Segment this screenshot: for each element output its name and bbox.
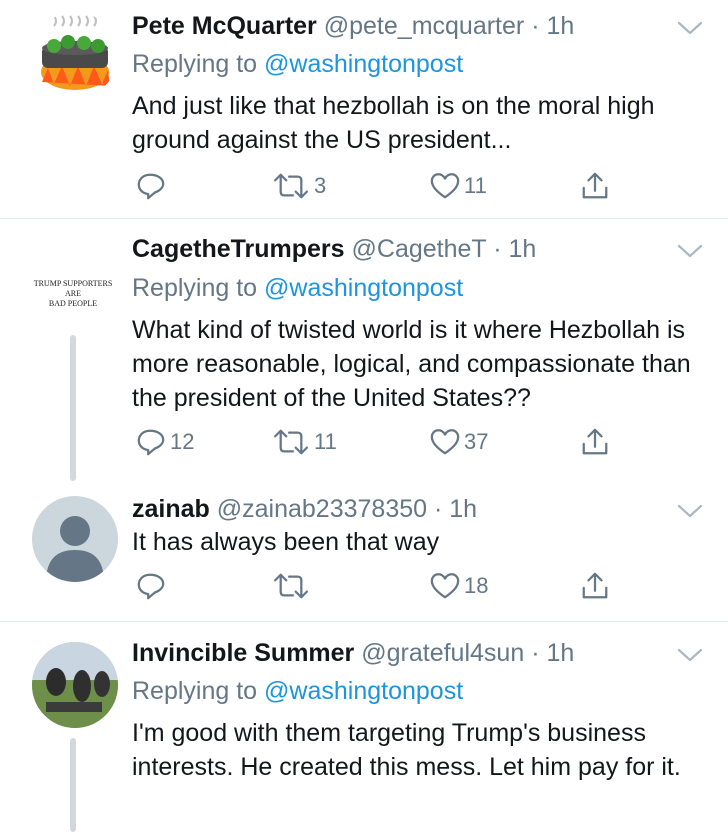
tweet[interactable]: zainab @zainab23378350 · 1h It has alway…	[0, 491, 728, 620]
chevron-down-icon[interactable]	[676, 501, 704, 521]
chevron-down-icon[interactable]	[676, 241, 704, 261]
reply-button[interactable]	[136, 169, 170, 203]
reply-icon	[136, 171, 166, 201]
retweet-icon	[272, 171, 310, 201]
share-icon	[580, 171, 610, 201]
like-count: 11	[464, 173, 487, 198]
reply-count: 12	[170, 429, 195, 454]
like-icon	[430, 427, 460, 457]
replying-to: Replying to @washingtonpost	[132, 677, 463, 706]
reply-icon	[136, 427, 166, 457]
share-button[interactable]	[580, 425, 610, 459]
replying-to: Replying to @washingtonpost	[132, 274, 463, 303]
timestamp[interactable]: · 1h	[531, 12, 574, 40]
replying-to-label: Replying to	[132, 274, 258, 302]
replying-to-label: Replying to	[132, 677, 258, 705]
avatar-text-line: TRUMP SUPPORTERS	[33, 279, 113, 288]
mention-link[interactable]: @washingtonpost	[264, 50, 463, 78]
tweet[interactable]: TRUMP SUPPORTERS ARE BAD PEOPLE CagetheT…	[0, 219, 728, 491]
tweet-actions: 3 11	[132, 169, 612, 203]
reply-button[interactable]: 12	[136, 425, 194, 459]
retweet-button[interactable]: 3	[272, 169, 326, 203]
like-count: 18	[464, 573, 489, 598]
tweet-text: It has always been that way	[132, 528, 440, 556]
retweet-icon	[272, 571, 310, 601]
retweet-icon	[272, 427, 310, 457]
retweet-button[interactable]	[272, 569, 314, 603]
display-name[interactable]: Invincible Summer	[132, 639, 354, 667]
retweet-count: 11	[314, 429, 337, 454]
retweet-button[interactable]: 11	[272, 425, 337, 459]
share-icon	[580, 427, 610, 457]
like-button[interactable]: 11	[430, 169, 487, 203]
user-handle[interactable]: @zainab23378350	[217, 495, 427, 523]
avatar-text-line: ARE	[65, 289, 81, 298]
share-button[interactable]	[580, 169, 610, 203]
like-icon	[430, 171, 460, 201]
user-handle[interactable]: @CagetheT	[352, 235, 487, 263]
mention-link[interactable]: @washingtonpost	[264, 274, 463, 302]
like-button[interactable]: 37	[430, 425, 488, 459]
tweet-actions: 12 11 37	[132, 425, 612, 459]
tweet[interactable]: Pete McQuarter @pete_mcquarter · 1h Repl…	[0, 0, 728, 218]
replying-to-label: Replying to	[132, 50, 258, 78]
timestamp[interactable]: · 1h	[493, 235, 536, 263]
sculpture-photo-avatar-icon[interactable]	[32, 642, 118, 728]
text-avatar[interactable]: TRUMP SUPPORTERS ARE BAD PEOPLE	[28, 229, 118, 315]
user-handle[interactable]: @grateful4sun	[361, 639, 524, 667]
tweet-actions: 18	[132, 569, 612, 603]
like-count: 37	[464, 429, 489, 454]
replying-to: Replying to @washingtonpost	[132, 50, 463, 79]
chevron-down-icon[interactable]	[676, 645, 704, 665]
like-icon	[430, 571, 460, 601]
chevron-down-icon[interactable]	[676, 18, 704, 38]
tweet-header: Invincible Summer @grateful4sun · 1h	[132, 639, 574, 668]
tweet-text: And just like that hezbollah is on the m…	[132, 92, 655, 154]
avatar-text-line: BAD PEOPLE	[48, 299, 98, 308]
reply-icon	[136, 571, 166, 601]
share-button[interactable]	[580, 569, 610, 603]
reply-button[interactable]	[136, 569, 170, 603]
like-button[interactable]: 18	[430, 569, 488, 603]
mention-link[interactable]: @washingtonpost	[264, 677, 463, 705]
retweet-count: 3	[314, 173, 327, 198]
thread-line	[70, 738, 76, 832]
tweet-header: zainab @zainab23378350 · 1h	[132, 495, 477, 524]
timestamp[interactable]: · 1h	[531, 639, 574, 667]
default-user-avatar-icon[interactable]	[32, 496, 118, 582]
tweet-text: What kind of twisted world is it where H…	[132, 316, 691, 412]
display-name[interactable]: Pete McQuarter	[132, 12, 317, 40]
thread-line	[70, 335, 76, 481]
tweet-text: I'm good with them targeting Trump's bus…	[132, 719, 681, 781]
frog-pot-avatar-icon[interactable]	[32, 12, 118, 98]
display-name[interactable]: CagetheTrumpers	[132, 235, 345, 263]
tweet-header: Pete McQuarter @pete_mcquarter · 1h	[132, 12, 574, 41]
timestamp[interactable]: · 1h	[434, 495, 477, 523]
user-handle[interactable]: @pete_mcquarter	[324, 12, 524, 40]
tweet-header: CagetheTrumpers @CagetheT · 1h	[132, 235, 536, 264]
share-icon	[580, 571, 610, 601]
tweet[interactable]: Invincible Summer @grateful4sun · 1h Rep…	[0, 622, 728, 832]
display-name[interactable]: zainab	[132, 495, 210, 523]
